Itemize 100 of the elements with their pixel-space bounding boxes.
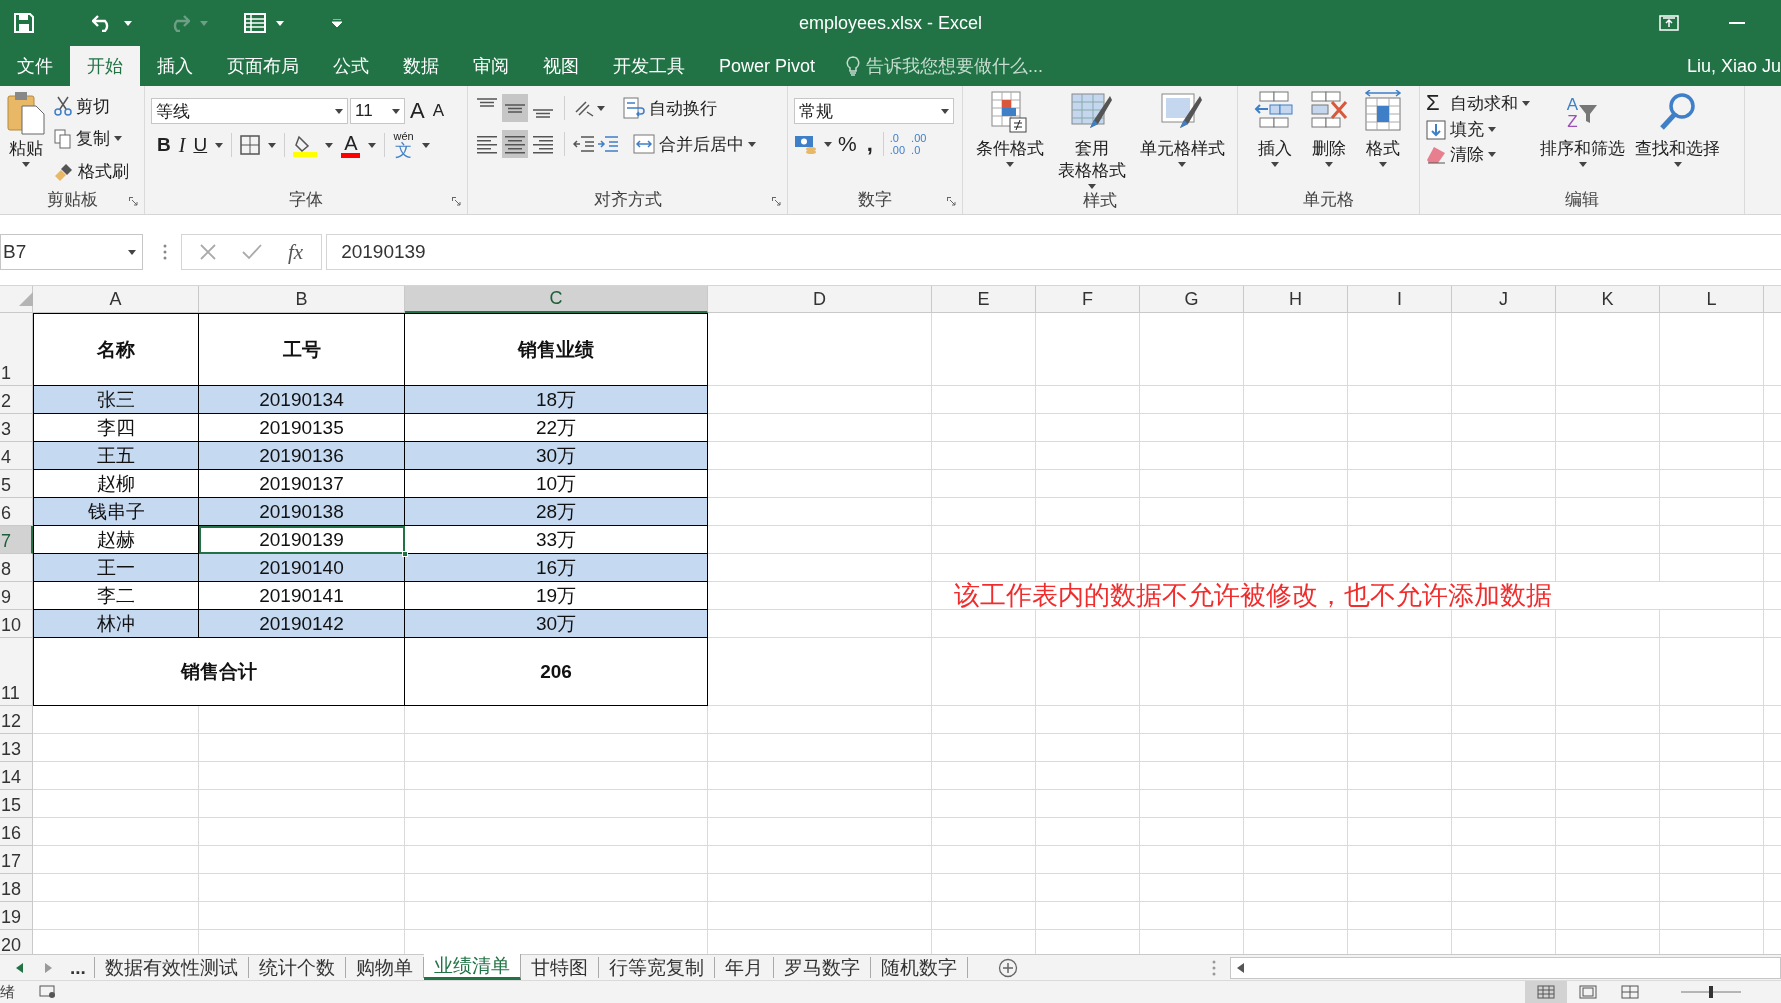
caret-icon[interactable] bbox=[824, 141, 832, 147]
caret-icon[interactable] bbox=[114, 136, 122, 142]
ribbon-display-icon[interactable] bbox=[1659, 15, 1679, 31]
delete-button[interactable]: 删除 bbox=[1307, 90, 1350, 188]
column-header[interactable]: F bbox=[1036, 286, 1140, 313]
row-header[interactable]: 10 bbox=[0, 610, 33, 638]
sheet-tab[interactable]: 罗马数字 bbox=[773, 957, 871, 978]
lightbulb-icon[interactable] bbox=[846, 56, 861, 76]
copy-button[interactable]: 复制 bbox=[54, 127, 129, 151]
dialog-launcher-icon[interactable] bbox=[947, 197, 956, 206]
ribbon-tab[interactable]: 数据 bbox=[386, 46, 456, 86]
customize-icon[interactable] bbox=[332, 19, 342, 27]
row-header[interactable]: 1 bbox=[0, 313, 33, 386]
caret-icon[interactable] bbox=[368, 142, 377, 148]
row-header[interactable]: 16 bbox=[0, 818, 33, 846]
row-header[interactable]: 14 bbox=[0, 762, 33, 790]
caret-icon[interactable] bbox=[1378, 162, 1387, 167]
scroll-left-icon[interactable] bbox=[1237, 962, 1244, 973]
currency-icon[interactable] bbox=[794, 134, 818, 154]
formula-input[interactable]: 20190139 bbox=[326, 234, 1781, 270]
caret-icon[interactable] bbox=[124, 20, 132, 26]
column-header[interactable]: B bbox=[199, 286, 405, 313]
caret-icon[interactable] bbox=[325, 142, 334, 148]
caret-icon[interactable] bbox=[1673, 162, 1682, 167]
horizontal-scrollbar[interactable] bbox=[1230, 956, 1781, 979]
macro-record-icon[interactable] bbox=[39, 985, 57, 999]
underline-button[interactable]: U bbox=[193, 134, 208, 156]
dialog-launcher-icon[interactable] bbox=[129, 197, 138, 206]
format-button[interactable]: 格式 bbox=[1361, 90, 1404, 188]
column-header[interactable]: E bbox=[932, 286, 1036, 313]
caret-icon[interactable] bbox=[1087, 184, 1096, 189]
caret-icon[interactable] bbox=[392, 108, 400, 114]
column-header[interactable]: C bbox=[405, 286, 708, 313]
table-format-button[interactable]: 套用表格格式 bbox=[1057, 90, 1126, 189]
caret-icon[interactable] bbox=[128, 249, 136, 255]
font-name-field[interactable]: 等线 bbox=[151, 98, 348, 124]
paste-button[interactable]: 粘贴 bbox=[6, 90, 46, 188]
caret-icon[interactable] bbox=[1578, 162, 1587, 167]
caret-icon[interactable] bbox=[1522, 100, 1530, 106]
row-header[interactable]: 13 bbox=[0, 734, 33, 762]
row-header[interactable]: 7 bbox=[0, 526, 33, 554]
caret-icon[interactable] bbox=[597, 105, 605, 111]
fill-button[interactable]: 填充 bbox=[1426, 118, 1530, 141]
tell-me-field[interactable]: 告诉我您想要做什么... bbox=[866, 54, 1044, 78]
caret-icon[interactable] bbox=[276, 20, 284, 26]
font-color-button[interactable]: A bbox=[341, 132, 361, 158]
normal-view-button[interactable] bbox=[1525, 981, 1567, 1003]
caret-icon[interactable] bbox=[1488, 152, 1496, 157]
fill-color-icon[interactable] bbox=[293, 133, 318, 157]
drag-handle-icon[interactable] bbox=[163, 244, 167, 260]
sheet-tab[interactable]: 行等宽复制 bbox=[598, 957, 715, 978]
sheet-tab[interactable]: 购物单 bbox=[345, 957, 424, 978]
ribbon-tab[interactable]: 审阅 bbox=[456, 46, 526, 86]
column-header[interactable]: A bbox=[33, 286, 199, 313]
caret-icon[interactable] bbox=[22, 162, 30, 167]
autosum-button[interactable]: Σ 自动求和 bbox=[1426, 90, 1530, 116]
row-header[interactable]: 8 bbox=[0, 554, 33, 582]
caret-icon[interactable] bbox=[1270, 162, 1279, 167]
row-header[interactable]: 2 bbox=[0, 386, 33, 414]
caret-icon[interactable] bbox=[1488, 127, 1496, 132]
ribbon-tab[interactable]: 视图 bbox=[526, 46, 596, 86]
ribbon-tab[interactable]: 公式 bbox=[316, 46, 386, 86]
increase-indent-icon[interactable] bbox=[597, 133, 619, 155]
splitter-icon[interactable] bbox=[1212, 959, 1216, 976]
sort-filter-button[interactable]: A Z 排序和筛选 bbox=[1540, 90, 1625, 188]
number-format-field[interactable]: 常规 bbox=[794, 98, 954, 124]
dialog-launcher-icon[interactable] bbox=[772, 197, 781, 206]
horizontal-align-button[interactable] bbox=[502, 130, 528, 158]
ribbon-tab[interactable]: 开发工具 bbox=[596, 46, 702, 86]
column-header[interactable]: H bbox=[1244, 286, 1348, 313]
row-header[interactable]: 5 bbox=[0, 470, 33, 498]
sheet-tab[interactable]: 随机数字 bbox=[870, 957, 968, 978]
cancel-icon[interactable] bbox=[200, 244, 216, 260]
insert-function-button[interactable]: fx bbox=[288, 239, 304, 265]
phonetic-button[interactable]: wén 文 bbox=[393, 130, 414, 160]
ribbon-tab[interactable]: 插入 bbox=[140, 46, 210, 86]
sheet-tab[interactable]: 业绩清单 bbox=[423, 954, 521, 980]
sheet-tab[interactable]: 数据有效性测试 bbox=[93, 957, 249, 978]
caret-icon[interactable] bbox=[1178, 162, 1186, 167]
percent-button[interactable]: % bbox=[838, 132, 857, 156]
row-header[interactable]: 11 bbox=[0, 638, 33, 706]
decrease-indent-icon[interactable] bbox=[573, 133, 595, 155]
ribbon-tab[interactable]: 页面布局 bbox=[210, 46, 316, 86]
cut-button[interactable]: 剪切 bbox=[54, 94, 129, 118]
row-header[interactable]: 15 bbox=[0, 790, 33, 818]
dialog-launcher-icon[interactable] bbox=[452, 197, 461, 206]
format-painter-button[interactable]: 格式刷 bbox=[54, 160, 129, 184]
column-header[interactable]: J bbox=[1452, 286, 1556, 313]
sheet-tab[interactable]: 年月 bbox=[714, 957, 774, 978]
row-header[interactable]: 3 bbox=[0, 414, 33, 442]
caret-icon[interactable] bbox=[941, 108, 949, 114]
row-header[interactable]: 18 bbox=[0, 874, 33, 902]
scroll-left-icon[interactable] bbox=[16, 962, 23, 973]
column-header[interactable]: I bbox=[1348, 286, 1452, 313]
user-name[interactable]: Liu, Xiao Ju bbox=[1686, 46, 1781, 86]
caret-icon[interactable] bbox=[268, 142, 277, 148]
column-header[interactable]: G bbox=[1140, 286, 1244, 313]
font-size-field[interactable]: 11 bbox=[350, 98, 405, 124]
more-sheets-button[interactable]: ... bbox=[66, 955, 94, 980]
cell-style-button[interactable]: 单元格样式 bbox=[1139, 90, 1225, 189]
